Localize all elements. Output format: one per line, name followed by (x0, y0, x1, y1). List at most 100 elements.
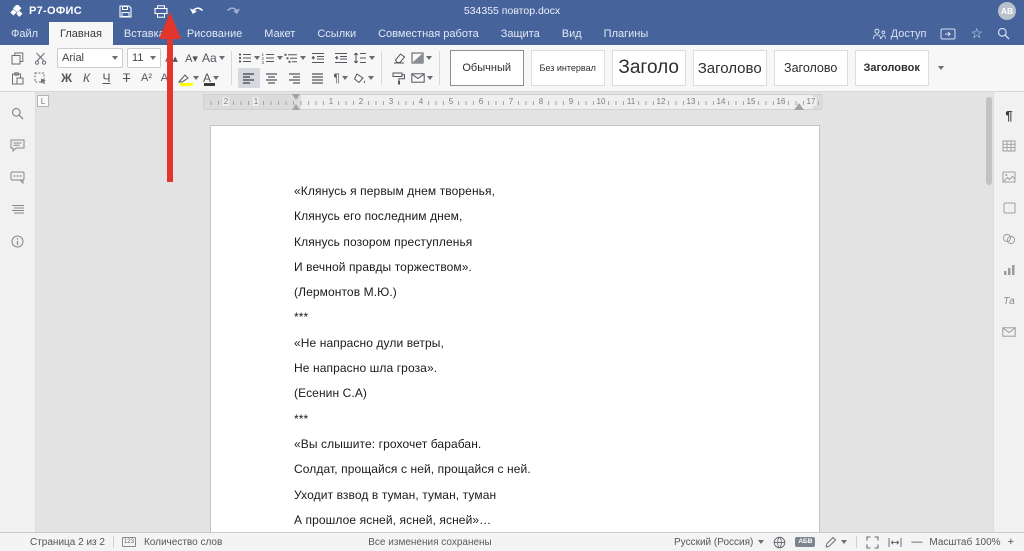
shape-settings-button[interactable] (999, 199, 1019, 217)
ribbon-tab[interactable]: Совместная работа (367, 22, 490, 45)
select-all-button[interactable] (29, 68, 51, 88)
document-text[interactable]: «Клянусь я первым днем творенья,Клянусь … (294, 179, 531, 533)
multilevel-list-button[interactable] (284, 48, 306, 68)
align-left-button[interactable] (238, 68, 260, 88)
increase-indent-button[interactable] (330, 48, 352, 68)
copy-style-button[interactable] (388, 68, 410, 88)
align-right-button[interactable] (284, 68, 306, 88)
ribbon-tab[interactable]: Ссылки (306, 22, 367, 45)
underline-button[interactable]: Ч (97, 68, 116, 88)
table-settings-button[interactable] (999, 137, 1019, 155)
right-indent-marker[interactable] (794, 103, 804, 110)
font-color-button[interactable]: A (200, 68, 222, 88)
styles-gallery-expand-icon[interactable] (938, 66, 944, 70)
mail-merge-settings-button[interactable] (999, 323, 1019, 341)
fit-page-button[interactable] (866, 536, 879, 549)
nonprinting-chars-button[interactable]: ¶ (330, 68, 352, 88)
style-preset[interactable]: Обычный (450, 50, 524, 86)
ribbon-tab[interactable]: Файл (0, 22, 49, 45)
ribbon-tab[interactable]: Рисование (176, 22, 253, 45)
document-line[interactable]: «Вы слышите: грохочет барабан. (294, 432, 531, 457)
horizontal-ruler[interactable]: 211234567891011121314151617 (203, 94, 822, 110)
document-line[interactable]: А прошлое ясней, ясней, ясней»… (294, 508, 531, 533)
zoom-out-button[interactable]: — (911, 536, 922, 548)
cut-button[interactable] (29, 48, 51, 68)
left-indent-marker[interactable] (292, 104, 300, 110)
sidebar-chat-button[interactable] (8, 168, 28, 186)
spellcheck-button[interactable]: АБВ (795, 537, 815, 548)
bold-button[interactable]: Ж (57, 68, 76, 88)
align-justify-button[interactable] (307, 68, 329, 88)
bullet-list-button[interactable] (238, 48, 260, 68)
zoom-in-button[interactable]: + (1008, 536, 1014, 548)
paragraph-settings-button[interactable]: ¶ (999, 106, 1019, 124)
align-center-button[interactable] (261, 68, 283, 88)
language-select[interactable]: Русский (Россия) (674, 537, 764, 548)
mail-merge-button[interactable] (411, 68, 433, 88)
paragraph-shading-button[interactable] (353, 68, 375, 88)
document-language-button[interactable] (773, 536, 786, 549)
ribbon-tab[interactable]: Вставка (113, 22, 176, 45)
page-indicator[interactable]: Страница 2 из 2 (30, 537, 105, 548)
document-line[interactable]: Уходит взвод в туман, туман, туман (294, 483, 531, 508)
ribbon-tab[interactable]: Плагины (593, 22, 660, 45)
font-size-select[interactable]: 11 (127, 48, 161, 68)
style-preset[interactable]: Заголово (774, 50, 848, 86)
superscript-button[interactable]: A² (137, 68, 156, 88)
document-line[interactable]: Клянусь позором преступленья (294, 230, 531, 255)
print-button[interactable] (150, 2, 172, 20)
search-button[interactable] (997, 27, 1010, 40)
line-spacing-button[interactable] (353, 48, 375, 68)
decrease-font-button[interactable]: A▾ (182, 48, 201, 68)
word-count-button[interactable]: Количество слов (144, 537, 222, 548)
track-changes-button[interactable] (824, 536, 847, 548)
decrease-indent-button[interactable] (307, 48, 329, 68)
subscript-button[interactable]: A₂ (157, 68, 176, 88)
undo-button[interactable] (186, 2, 208, 20)
copy-button[interactable] (6, 48, 28, 68)
share-access-button[interactable]: Доступ (872, 28, 927, 40)
numbered-list-button[interactable]: 1 2 3 (261, 48, 283, 68)
font-name-select[interactable]: Arial (57, 48, 123, 68)
document-line[interactable]: «Не напрасно дули ветры, (294, 331, 531, 356)
shapes-group-button[interactable] (999, 230, 1019, 248)
first-line-indent-marker[interactable] (292, 94, 300, 100)
sidebar-about-button[interactable] (8, 232, 28, 250)
document-page[interactable]: «Клянусь я первым днем творенья,Клянусь … (210, 125, 820, 532)
ribbon-tab[interactable]: Защита (490, 22, 551, 45)
style-preset[interactable]: Заголово (693, 50, 767, 86)
document-line[interactable]: Клянусь его последним днем, (294, 204, 531, 229)
open-file-location-button[interactable] (940, 28, 956, 40)
ribbon-tab[interactable]: Вид (551, 22, 593, 45)
sidebar-comments-button[interactable] (8, 136, 28, 154)
document-line[interactable]: *** (294, 407, 531, 432)
document-line[interactable]: (Есенин С.А) (294, 381, 531, 406)
chart-settings-button[interactable] (999, 261, 1019, 279)
document-line[interactable]: И вечной правды торжеством». (294, 255, 531, 280)
highlight-color-button[interactable] (177, 68, 199, 88)
increase-font-button[interactable]: A▴ (162, 48, 181, 68)
document-line[interactable]: Солдат, прощайся с ней, прощайся с ней. (294, 457, 531, 482)
italic-button[interactable]: К (77, 68, 96, 88)
strikethrough-button[interactable]: Т (117, 68, 136, 88)
style-preset[interactable]: Без интервал (531, 50, 605, 86)
document-line[interactable]: «Клянусь я первым днем творенья, (294, 179, 531, 204)
document-line[interactable]: *** (294, 305, 531, 330)
scrollbar-thumb[interactable] (986, 97, 992, 185)
fit-width-button[interactable] (888, 537, 902, 548)
save-button[interactable] (114, 2, 136, 20)
document-line[interactable]: Не напрасно шла гроза». (294, 356, 531, 381)
change-case-button[interactable]: Aa (202, 48, 225, 68)
vertical-scrollbar[interactable] (985, 92, 993, 532)
style-preset[interactable]: Заголо (612, 50, 686, 86)
document-line[interactable]: (Лермонтов М.Ю.) (294, 280, 531, 305)
favorites-button[interactable]: ☆ (970, 25, 983, 42)
zoom-level[interactable]: Масштаб 100% (929, 537, 1000, 548)
ribbon-tab[interactable]: Макет (253, 22, 306, 45)
interface-shading-button[interactable] (411, 48, 433, 68)
sidebar-search-button[interactable] (8, 104, 28, 122)
redo-button[interactable] (222, 2, 244, 20)
image-settings-button[interactable] (999, 168, 1019, 186)
sidebar-navigation-button[interactable] (8, 200, 28, 218)
paste-button[interactable] (6, 68, 28, 88)
